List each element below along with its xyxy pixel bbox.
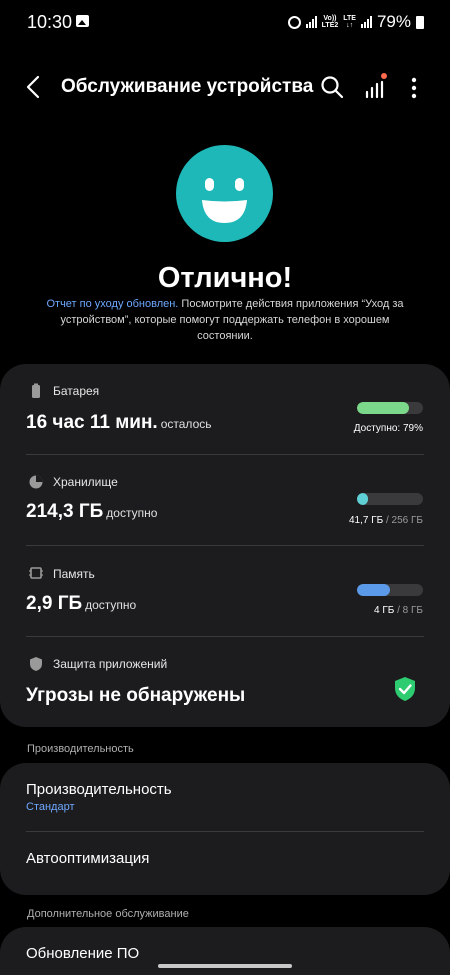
- page-title: Обслуживание устройства: [61, 76, 314, 97]
- battery-caption: Доступно: 79%: [353, 423, 423, 434]
- lte-indicator: LTE ↓↑: [343, 15, 356, 29]
- memory-row[interactable]: Память 2,9 ГБ доступно 4 ГБ / 8 ГБ: [0, 546, 450, 636]
- extra-section-header: Дополнительное обслуживание: [27, 908, 189, 920]
- status-icons: Vo)) LTE2 LTE ↓↑ 79%: [287, 12, 424, 32]
- storage-bar-fill: [357, 493, 368, 505]
- memory-bar: [357, 584, 423, 596]
- memory-icon: [29, 567, 43, 579]
- home-indicator[interactable]: [158, 964, 292, 968]
- battery-bar-fill: [357, 402, 410, 414]
- volte-indicator: Vo)) LTE2: [321, 15, 339, 29]
- stats-icon[interactable]: [362, 72, 390, 102]
- memory-value: 2,9 ГБ доступно: [26, 593, 137, 614]
- status-description: Отчет по уходу обновлен. Посмотрите дейс…: [40, 296, 410, 344]
- more-icon[interactable]: [404, 74, 424, 102]
- performance-mode: Стандарт: [26, 801, 75, 813]
- battery-percent: 79%: [376, 12, 411, 31]
- battery-value: 16 час 11 мин. осталось: [26, 412, 212, 433]
- search-icon[interactable]: [318, 73, 346, 101]
- battery-row[interactable]: Батарея 16 час 11 мин. осталось Доступно:…: [0, 364, 450, 454]
- memory-caption: 4 ГБ / 8 ГБ: [374, 605, 423, 616]
- gallery-icon: [76, 15, 89, 27]
- auto-optimization-item[interactable]: Автооптимизация: [0, 832, 450, 895]
- protection-value: Угрозы не обнаружены: [26, 685, 246, 706]
- back-arrow-icon[interactable]: [20, 72, 50, 102]
- alarm-icon: [287, 15, 301, 29]
- smiley-icon: [176, 145, 273, 242]
- auto-optimization-title: Автооптимизация: [26, 850, 150, 867]
- performance-item[interactable]: Производительность Стандарт: [0, 763, 450, 831]
- battery-label: Батарея: [53, 384, 100, 398]
- battery-status-icon: [416, 15, 424, 29]
- performance-card: Производительность Стандарт Автооптимиза…: [0, 763, 450, 895]
- app-header: Обслуживание устройства: [0, 62, 450, 112]
- storage-icon: [29, 475, 43, 489]
- status-bar: 10:30 Vo)) LTE2 LTE ↓↑ 79%: [0, 0, 450, 44]
- shield-icon: [30, 657, 42, 671]
- device-status-title: Отлично!: [157, 262, 293, 294]
- storage-row[interactable]: Хранилище 214,3 ГБ доступно 41,7 ГБ / 256…: [0, 455, 450, 545]
- storage-caption: 41,7 ГБ / 256 ГБ: [348, 515, 423, 526]
- performance-title: Производительность: [26, 781, 172, 798]
- signal-icon: [305, 16, 317, 28]
- storage-value: 214,3 ГБ доступно: [26, 501, 158, 522]
- protection-label: Защита приложений: [53, 657, 168, 671]
- performance-section-header: Производительность: [27, 743, 134, 755]
- memory-label: Память: [53, 567, 95, 581]
- app-protection-row[interactable]: Защита приложений Угрозы не обнаружены: [0, 637, 450, 727]
- software-update-title: Обновление ПО: [26, 945, 140, 962]
- device-care-card: Батарея 16 час 11 мин. осталось Доступно:…: [0, 364, 450, 727]
- storage-label: Хранилище: [53, 475, 118, 489]
- storage-bar: [357, 493, 423, 505]
- signal-icon: [360, 16, 372, 28]
- memory-bar-fill: [357, 584, 390, 596]
- battery-icon: [32, 383, 40, 398]
- status-time: 10:30: [27, 12, 73, 32]
- battery-bar: [357, 402, 423, 414]
- report-link[interactable]: Отчет по уходу обновлен.: [46, 298, 178, 310]
- shield-check-icon: [395, 677, 415, 701]
